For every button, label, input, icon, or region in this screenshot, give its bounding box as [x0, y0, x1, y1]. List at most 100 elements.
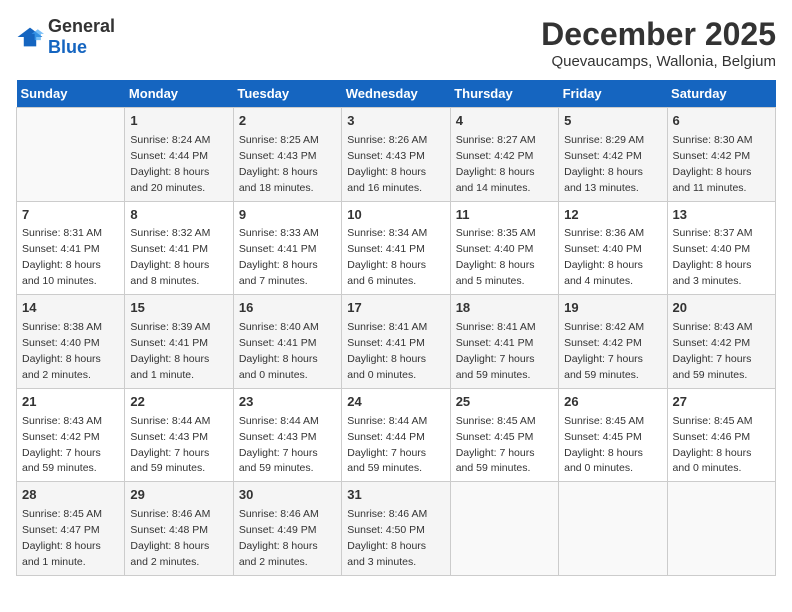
sunset-text: Sunset: 4:42 PM: [456, 150, 534, 162]
daylight-text: Daylight: 8 hours and 18 minutes.: [239, 166, 318, 194]
day-number: 31: [347, 486, 444, 505]
week-row-2: 7 Sunrise: 8:31 AM Sunset: 4:41 PM Dayli…: [17, 201, 776, 295]
sunrise-text: Sunrise: 8:43 AM: [673, 321, 753, 333]
cell-week5-day2: 30 Sunrise: 8:46 AM Sunset: 4:49 PM Dayl…: [233, 482, 341, 576]
cell-week1-day6: 6 Sunrise: 8:30 AM Sunset: 4:42 PM Dayli…: [667, 108, 775, 202]
sunset-text: Sunset: 4:41 PM: [239, 337, 317, 349]
logo-blue: Blue: [48, 37, 87, 57]
day-number: 20: [673, 299, 770, 318]
sunrise-text: Sunrise: 8:41 AM: [456, 321, 536, 333]
sunrise-text: Sunrise: 8:38 AM: [22, 321, 102, 333]
sunset-text: Sunset: 4:43 PM: [347, 150, 425, 162]
header-tuesday: Tuesday: [233, 80, 341, 108]
daylight-text: Daylight: 8 hours and 20 minutes.: [130, 166, 209, 194]
cell-week2-day2: 9 Sunrise: 8:33 AM Sunset: 4:41 PM Dayli…: [233, 201, 341, 295]
sunset-text: Sunset: 4:42 PM: [673, 337, 751, 349]
daylight-text: Daylight: 8 hours and 0 minutes.: [347, 353, 426, 381]
header-friday: Friday: [559, 80, 667, 108]
cell-week3-day0: 14 Sunrise: 8:38 AM Sunset: 4:40 PM Dayl…: [17, 295, 125, 389]
logo-icon: [16, 26, 44, 48]
daylight-text: Daylight: 7 hours and 59 minutes.: [564, 353, 643, 381]
daylight-text: Daylight: 8 hours and 6 minutes.: [347, 259, 426, 287]
cell-week5-day3: 31 Sunrise: 8:46 AM Sunset: 4:50 PM Dayl…: [342, 482, 450, 576]
cell-week4-day0: 21 Sunrise: 8:43 AM Sunset: 4:42 PM Dayl…: [17, 388, 125, 482]
sunset-text: Sunset: 4:44 PM: [130, 150, 208, 162]
sunset-text: Sunset: 4:41 PM: [130, 337, 208, 349]
sunrise-text: Sunrise: 8:29 AM: [564, 134, 644, 146]
header-monday: Monday: [125, 80, 233, 108]
cell-week1-day3: 3 Sunrise: 8:26 AM Sunset: 4:43 PM Dayli…: [342, 108, 450, 202]
cell-week1-day0: [17, 108, 125, 202]
cell-week2-day6: 13 Sunrise: 8:37 AM Sunset: 4:40 PM Dayl…: [667, 201, 775, 295]
cell-week5-day1: 29 Sunrise: 8:46 AM Sunset: 4:48 PM Dayl…: [125, 482, 233, 576]
sunset-text: Sunset: 4:40 PM: [22, 337, 100, 349]
daylight-text: Daylight: 8 hours and 1 minute.: [22, 540, 101, 568]
cell-week4-day3: 24 Sunrise: 8:44 AM Sunset: 4:44 PM Dayl…: [342, 388, 450, 482]
day-number: 27: [673, 393, 770, 412]
sunset-text: Sunset: 4:40 PM: [456, 243, 534, 255]
daylight-text: Daylight: 8 hours and 3 minutes.: [347, 540, 426, 568]
day-number: 9: [239, 206, 336, 225]
sunrise-text: Sunrise: 8:44 AM: [347, 415, 427, 427]
daylight-text: Daylight: 8 hours and 11 minutes.: [673, 166, 752, 194]
week-row-3: 14 Sunrise: 8:38 AM Sunset: 4:40 PM Dayl…: [17, 295, 776, 389]
sunset-text: Sunset: 4:43 PM: [239, 150, 317, 162]
cell-week5-day6: [667, 482, 775, 576]
daylight-text: Daylight: 8 hours and 0 minutes.: [673, 447, 752, 475]
cell-week5-day0: 28 Sunrise: 8:45 AM Sunset: 4:47 PM Dayl…: [17, 482, 125, 576]
day-number: 23: [239, 393, 336, 412]
cell-week2-day3: 10 Sunrise: 8:34 AM Sunset: 4:41 PM Dayl…: [342, 201, 450, 295]
cell-week4-day5: 26 Sunrise: 8:45 AM Sunset: 4:45 PM Dayl…: [559, 388, 667, 482]
cell-week3-day5: 19 Sunrise: 8:42 AM Sunset: 4:42 PM Dayl…: [559, 295, 667, 389]
daylight-text: Daylight: 8 hours and 1 minute.: [130, 353, 209, 381]
sunset-text: Sunset: 4:41 PM: [22, 243, 100, 255]
day-number: 21: [22, 393, 119, 412]
sunrise-text: Sunrise: 8:45 AM: [456, 415, 536, 427]
cell-week2-day5: 12 Sunrise: 8:36 AM Sunset: 4:40 PM Dayl…: [559, 201, 667, 295]
daylight-text: Daylight: 7 hours and 59 minutes.: [130, 447, 209, 475]
day-number: 15: [130, 299, 227, 318]
sunset-text: Sunset: 4:41 PM: [347, 243, 425, 255]
header-wednesday: Wednesday: [342, 80, 450, 108]
daylight-text: Daylight: 8 hours and 2 minutes.: [130, 540, 209, 568]
sunset-text: Sunset: 4:40 PM: [564, 243, 642, 255]
day-number: 4: [456, 112, 553, 131]
daylight-text: Daylight: 8 hours and 4 minutes.: [564, 259, 643, 287]
sunrise-text: Sunrise: 8:40 AM: [239, 321, 319, 333]
cell-week4-day1: 22 Sunrise: 8:44 AM Sunset: 4:43 PM Dayl…: [125, 388, 233, 482]
sunrise-text: Sunrise: 8:36 AM: [564, 227, 644, 239]
cell-week1-day4: 4 Sunrise: 8:27 AM Sunset: 4:42 PM Dayli…: [450, 108, 558, 202]
daylight-text: Daylight: 8 hours and 10 minutes.: [22, 259, 101, 287]
day-number: 25: [456, 393, 553, 412]
sunset-text: Sunset: 4:45 PM: [564, 431, 642, 443]
cell-week2-day1: 8 Sunrise: 8:32 AM Sunset: 4:41 PM Dayli…: [125, 201, 233, 295]
sunset-text: Sunset: 4:42 PM: [564, 337, 642, 349]
daylight-text: Daylight: 8 hours and 2 minutes.: [239, 540, 318, 568]
sunset-text: Sunset: 4:45 PM: [456, 431, 534, 443]
sunrise-text: Sunrise: 8:46 AM: [347, 508, 427, 520]
week-row-4: 21 Sunrise: 8:43 AM Sunset: 4:42 PM Dayl…: [17, 388, 776, 482]
sunrise-text: Sunrise: 8:42 AM: [564, 321, 644, 333]
sunset-text: Sunset: 4:42 PM: [22, 431, 100, 443]
daylight-text: Daylight: 8 hours and 8 minutes.: [130, 259, 209, 287]
day-number: 26: [564, 393, 661, 412]
sunrise-text: Sunrise: 8:45 AM: [564, 415, 644, 427]
daylight-text: Daylight: 8 hours and 7 minutes.: [239, 259, 318, 287]
sunrise-text: Sunrise: 8:26 AM: [347, 134, 427, 146]
cell-week3-day4: 18 Sunrise: 8:41 AM Sunset: 4:41 PM Dayl…: [450, 295, 558, 389]
sunrise-text: Sunrise: 8:30 AM: [673, 134, 753, 146]
title-block: December 2025 Quevaucamps, Wallonia, Bel…: [541, 16, 776, 70]
week-row-5: 28 Sunrise: 8:45 AM Sunset: 4:47 PM Dayl…: [17, 482, 776, 576]
day-number: 10: [347, 206, 444, 225]
daylight-text: Daylight: 7 hours and 59 minutes.: [456, 447, 535, 475]
cell-week3-day6: 20 Sunrise: 8:43 AM Sunset: 4:42 PM Dayl…: [667, 295, 775, 389]
daylight-text: Daylight: 8 hours and 0 minutes.: [239, 353, 318, 381]
sunset-text: Sunset: 4:41 PM: [130, 243, 208, 255]
daylight-text: Daylight: 7 hours and 59 minutes.: [347, 447, 426, 475]
cell-week1-day2: 2 Sunrise: 8:25 AM Sunset: 4:43 PM Dayli…: [233, 108, 341, 202]
day-number: 3: [347, 112, 444, 131]
sunset-text: Sunset: 4:40 PM: [673, 243, 751, 255]
sunset-text: Sunset: 4:49 PM: [239, 524, 317, 536]
sunrise-text: Sunrise: 8:24 AM: [130, 134, 210, 146]
day-number: 13: [673, 206, 770, 225]
